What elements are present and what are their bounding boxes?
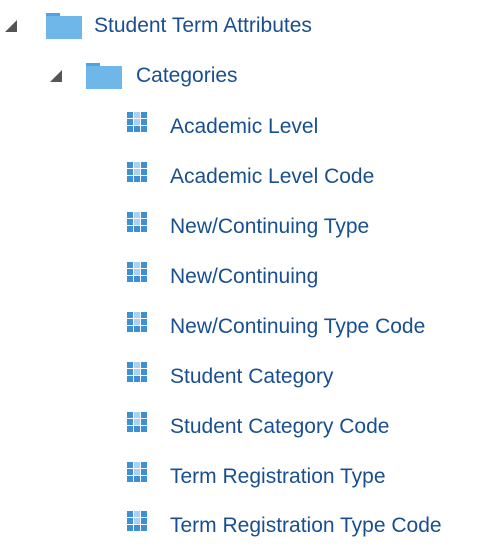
grid-attribute-icon [127, 462, 147, 482]
grid-attribute-icon [127, 312, 147, 332]
tree-item-label: Academic Level [170, 115, 319, 138]
tree-item-label: Student Category [170, 365, 334, 388]
tree-node-label: Categories [136, 64, 238, 87]
grid-attribute-icon [127, 362, 147, 382]
tree-view: Student Term Attributes Categories Acade… [0, 0, 489, 542]
tree-item-label: Academic Level Code [170, 165, 375, 188]
grid-attribute-icon [127, 412, 147, 432]
tree-node-label: Student Term Attributes [94, 14, 312, 37]
folder-icon [86, 63, 122, 89]
grid-attribute-icon [127, 212, 147, 232]
grid-attribute-icon [127, 262, 147, 282]
collapse-triangle-icon[interactable] [4, 19, 18, 33]
tree-item-label: Term Registration Type [170, 465, 386, 488]
tree-item-label: New/Continuing [170, 265, 319, 288]
folder-icon [46, 13, 82, 39]
tree-item-label: New/Continuing Type Code [170, 315, 426, 338]
grid-attribute-icon [127, 511, 147, 531]
tree-item-label: Term Registration Type Code [170, 514, 442, 537]
grid-attribute-icon [127, 162, 147, 182]
collapse-triangle-icon[interactable] [49, 69, 63, 83]
tree-item-label: Student Category Code [170, 415, 390, 438]
tree-item-label: New/Continuing Type [170, 215, 370, 238]
grid-attribute-icon [127, 112, 147, 132]
